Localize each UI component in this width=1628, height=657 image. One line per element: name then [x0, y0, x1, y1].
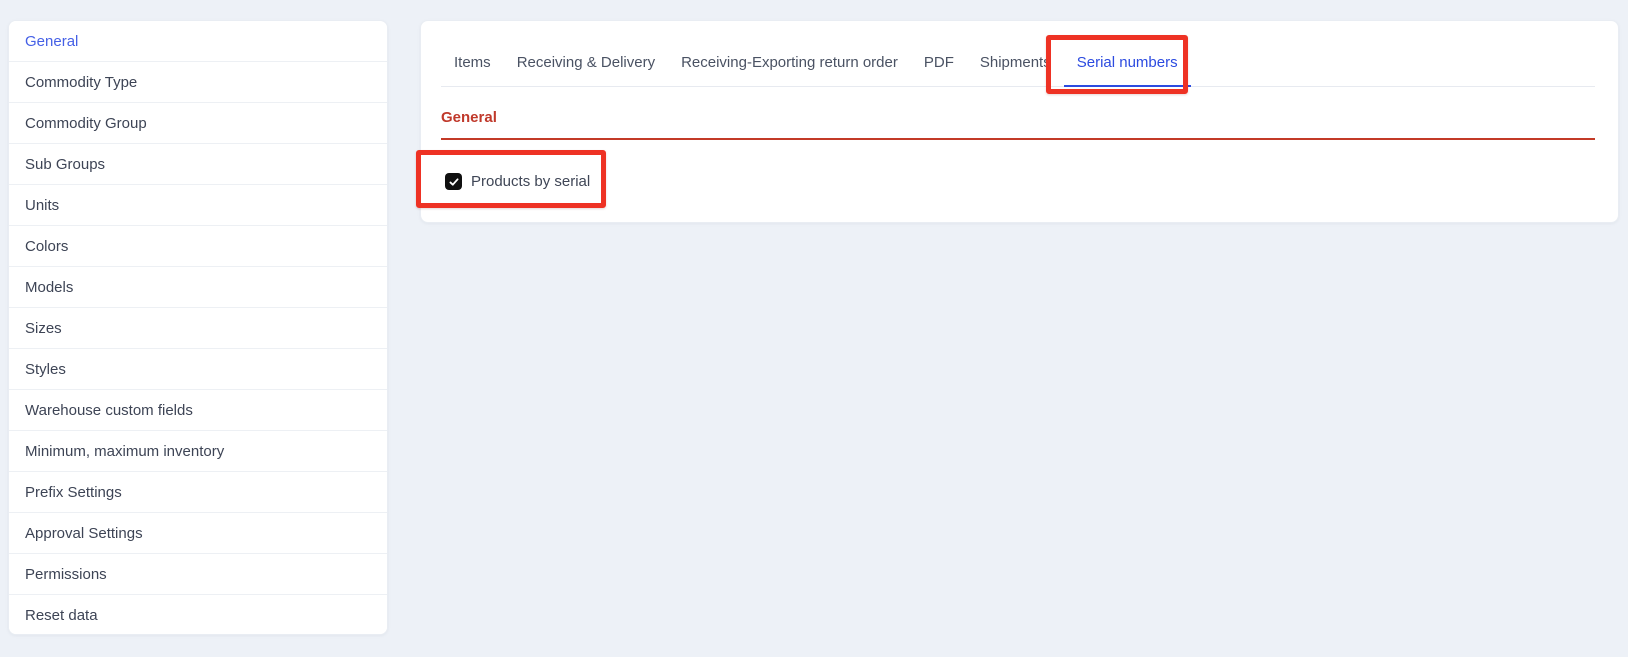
sidebar-item-units[interactable]: Units — [9, 185, 387, 226]
settings-page: General Commodity Type Commodity Group S… — [0, 0, 1628, 657]
tab-bar: Items Receiving & Delivery Receiving-Exp… — [441, 52, 1595, 87]
sidebar-item-sub-groups[interactable]: Sub Groups — [9, 144, 387, 185]
sidebar-item-reset-data[interactable]: Reset data — [9, 595, 387, 635]
sidebar-item-general[interactable]: General — [9, 21, 387, 62]
section-divider — [441, 138, 1595, 140]
sidebar-item-min-max-inventory[interactable]: Minimum, maximum inventory — [9, 431, 387, 472]
tab-pdf[interactable]: PDF — [911, 52, 967, 86]
sidebar-item-permissions[interactable]: Permissions — [9, 554, 387, 595]
sidebar-item-commodity-type[interactable]: Commodity Type — [9, 62, 387, 103]
tab-receiving-exporting-return-order[interactable]: Receiving-Exporting return order — [668, 52, 911, 86]
section-title-general: General — [441, 108, 1595, 128]
sidebar-item-approval-settings[interactable]: Approval Settings — [9, 513, 387, 554]
sidebar-item-styles[interactable]: Styles — [9, 349, 387, 390]
sidebar-item-commodity-group[interactable]: Commodity Group — [9, 103, 387, 144]
settings-panel: Items Receiving & Delivery Receiving-Exp… — [420, 20, 1619, 223]
products-by-serial-row: Products by serial — [445, 173, 1618, 190]
tab-shipments[interactable]: Shipments — [967, 52, 1064, 86]
sidebar-item-models[interactable]: Models — [9, 267, 387, 308]
sidebar-item-sizes[interactable]: Sizes — [9, 308, 387, 349]
products-by-serial-label[interactable]: Products by serial — [471, 173, 590, 190]
tab-serial-numbers[interactable]: Serial numbers — [1064, 52, 1191, 86]
tab-items[interactable]: Items — [441, 52, 504, 86]
products-by-serial-checkbox[interactable] — [445, 173, 462, 190]
sidebar-item-prefix-settings[interactable]: Prefix Settings — [9, 472, 387, 513]
check-icon — [448, 176, 460, 188]
settings-sidebar: General Commodity Type Commodity Group S… — [8, 20, 388, 635]
tab-receiving-delivery[interactable]: Receiving & Delivery — [504, 52, 668, 86]
sidebar-item-colors[interactable]: Colors — [9, 226, 387, 267]
sidebar-item-warehouse-custom-fields[interactable]: Warehouse custom fields — [9, 390, 387, 431]
